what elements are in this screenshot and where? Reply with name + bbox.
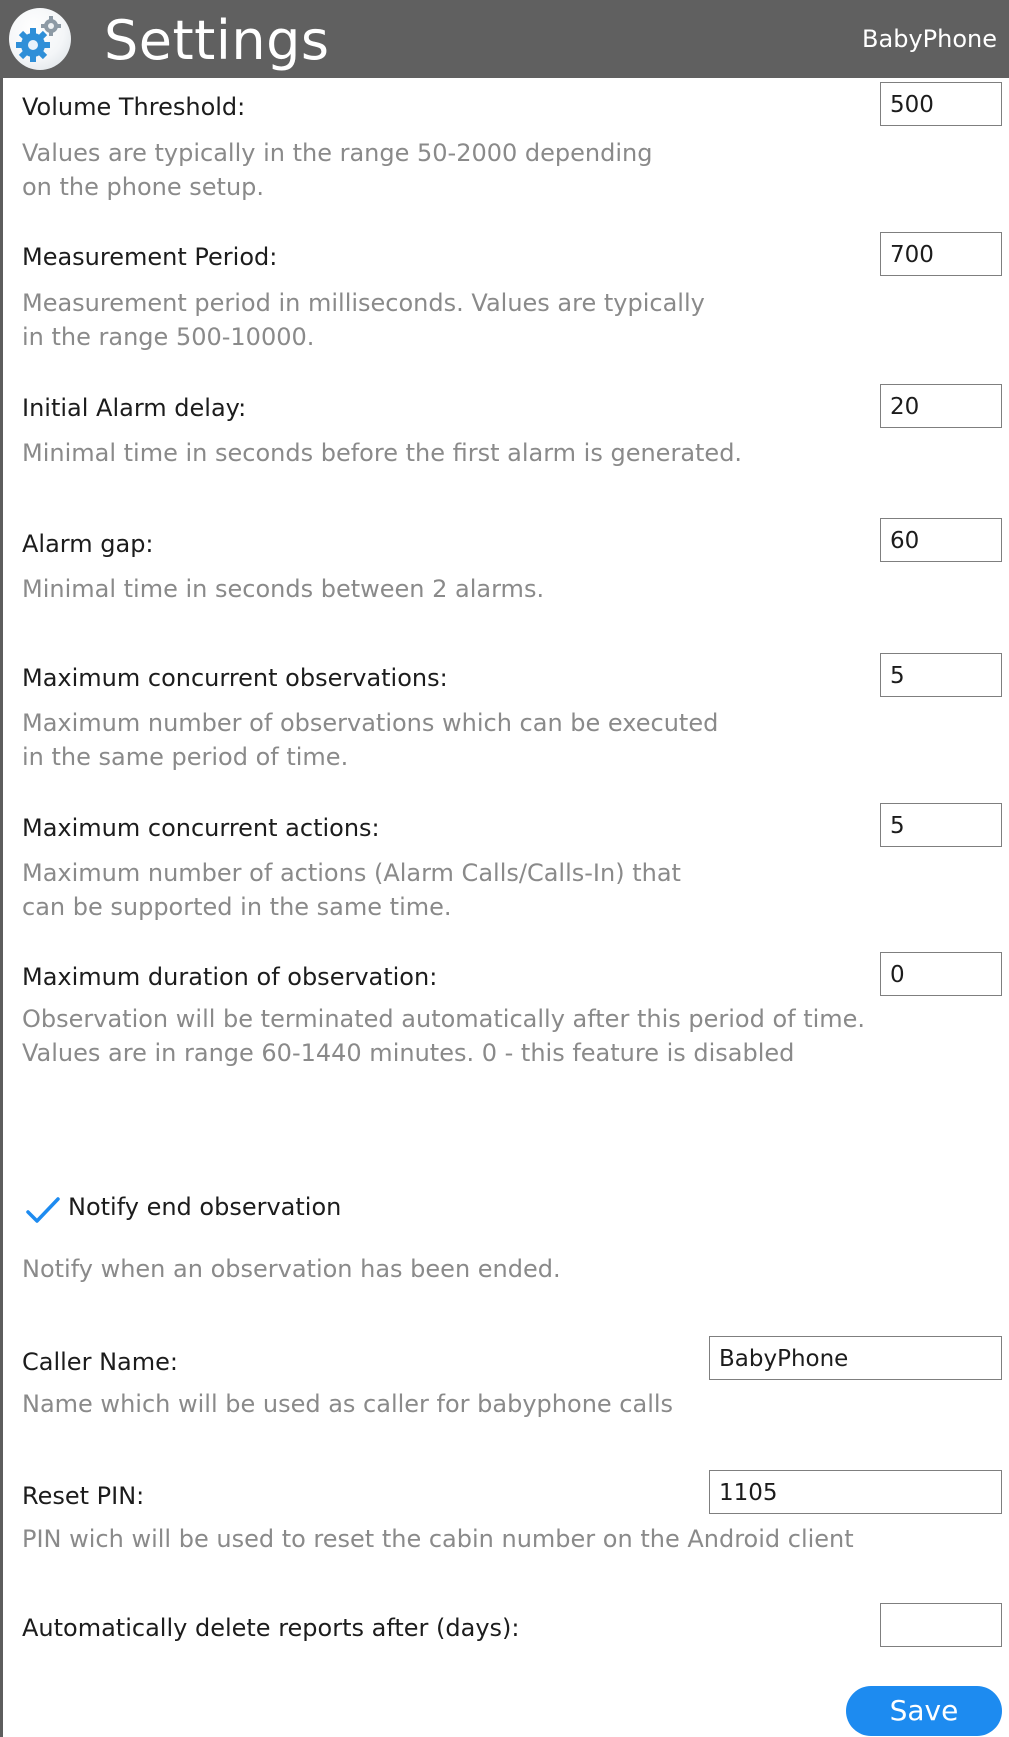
initial-alarm-delay-input[interactable]: 20 [880, 384, 1002, 428]
max-concurrent-actions-input[interactable]: 5 [880, 803, 1002, 847]
volume-threshold-description: Values are typically in the range 50-200… [22, 139, 653, 201]
volume-threshold-label: Volume Threshold: [22, 93, 246, 121]
caller-name-label: Caller Name: [22, 1348, 178, 1376]
alarm-gap-label: Alarm gap: [22, 530, 154, 558]
notify-end-observation-label[interactable]: Notify end observation [68, 1193, 341, 1221]
max-duration-observation-label: Maximum duration of observation: [22, 963, 438, 991]
gear-icon [9, 8, 71, 70]
reset-pin-label: Reset PIN: [22, 1482, 145, 1510]
reset-pin-description: PIN wich will be used to reset the cabin… [22, 1525, 854, 1553]
max-duration-observation-description: Observation will be terminated automatic… [22, 1005, 866, 1067]
page-title: Settings [104, 9, 330, 72]
max-concurrent-actions-label: Maximum concurrent actions: [22, 814, 380, 842]
measurement-period-description: Measurement period in milliseconds. Valu… [22, 289, 705, 351]
measurement-period-input[interactable]: 700 [880, 232, 1002, 276]
max-concurrent-observations-label: Maximum concurrent observations: [22, 664, 448, 692]
volume-threshold-input[interactable]: 500 [880, 82, 1002, 126]
notify-end-observation-description: Notify when an observation has been ende… [22, 1255, 561, 1283]
save-button[interactable]: Save [846, 1686, 1002, 1736]
caller-name-description: Name which will be used as caller for ba… [22, 1390, 674, 1418]
reset-pin-input[interactable]: 1105 [709, 1470, 1002, 1514]
initial-alarm-delay-label: Initial Alarm delay: [22, 394, 247, 422]
alarm-gap-description: Minimal time in seconds between 2 alarms… [22, 575, 545, 603]
header-bar: Settings BabyPhone [0, 0, 1009, 78]
settings-page: Settings BabyPhone Volume Threshold: 500… [0, 0, 1009, 1737]
checkmark-icon[interactable] [26, 1196, 62, 1224]
caller-name-input[interactable]: BabyPhone [709, 1336, 1002, 1380]
initial-alarm-delay-description: Minimal time in seconds before the first… [22, 439, 743, 467]
max-concurrent-observations-description: Maximum number of observations which can… [22, 709, 719, 771]
max-concurrent-observations-input[interactable]: 5 [880, 653, 1002, 697]
alarm-gap-input[interactable]: 60 [880, 518, 1002, 562]
auto-delete-reports-label: Automatically delete reports after (days… [22, 1614, 520, 1642]
max-duration-observation-input[interactable]: 0 [880, 952, 1002, 996]
max-concurrent-actions-description: Maximum number of actions (Alarm Calls/C… [22, 859, 681, 921]
left-border [0, 0, 3, 1737]
measurement-period-label: Measurement Period: [22, 243, 278, 271]
app-name: BabyPhone [862, 25, 997, 53]
auto-delete-reports-input[interactable] [880, 1603, 1002, 1647]
